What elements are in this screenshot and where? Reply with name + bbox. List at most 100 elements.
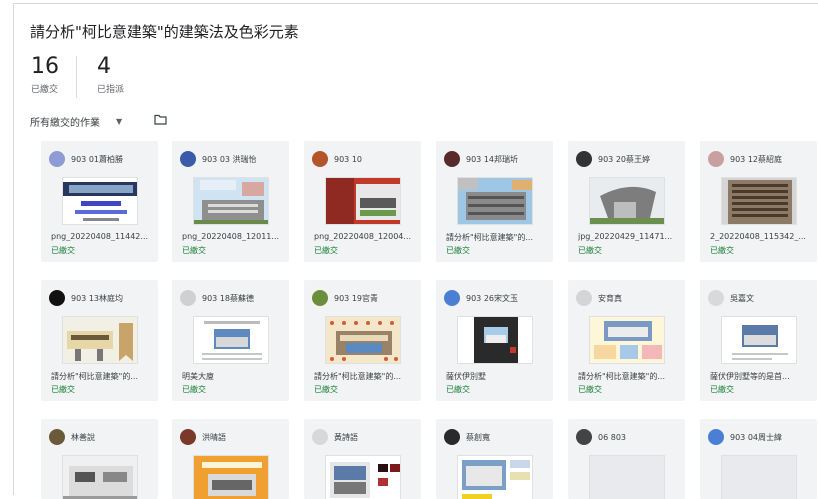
submission-card[interactable]: 安育真 請分析"柯比意建築"的... 已繳交 [568, 280, 685, 401]
submission-card[interactable]: 903 13林庭均 請分析"柯比意建築"的... 已繳交 [41, 280, 158, 401]
student-header: 903 03 洪瑞怡 [180, 151, 257, 167]
attachment-filename: 請分析"柯比意建築"的... [51, 372, 138, 381]
avatar [444, 429, 460, 445]
attachment-filename: 請分析"柯比意建築"的... [446, 233, 533, 242]
attachment-thumbnail[interactable] [62, 455, 138, 499]
attachment-thumbnail[interactable] [193, 455, 269, 499]
avatar [49, 429, 65, 445]
avatar [312, 429, 328, 445]
submission-card[interactable]: 903 26宋文玉 薩伏伊別墅 已繳交 [436, 280, 553, 401]
attachment-thumbnail[interactable] [325, 316, 401, 364]
submission-card[interactable]: 903 03 洪瑞怡 png_20220408_12011... 已繳交 [172, 141, 289, 262]
attachment-filename: 請分析"柯比意建築"的... [314, 372, 401, 381]
student-name: 903 01蕭柏勝 [71, 154, 123, 164]
attachment-thumbnail[interactable] [457, 177, 533, 225]
attachment-filename: 薩伏伊別墅 [446, 372, 486, 381]
assigned-count: 4 [97, 54, 111, 79]
attachment-thumbnail[interactable] [193, 316, 269, 364]
student-name: 06 803 [598, 432, 626, 442]
submission-card[interactable]: 903 20蔡王婷 jpg_20220429_11471... 已繳交 [568, 141, 685, 262]
student-header: 903 19官青 [312, 290, 378, 306]
submission-status: 已繳交 [710, 385, 734, 394]
attachment-thumbnail[interactable] [589, 455, 665, 499]
student-name: 吳嘉文 [730, 293, 754, 303]
submission-card[interactable]: 903 04周士緯 [700, 419, 817, 499]
submission-status: 已繳交 [446, 385, 470, 394]
attachment-thumbnail[interactable] [62, 316, 138, 364]
folder-icon[interactable] [154, 114, 167, 125]
student-header: 黃詩語 [312, 429, 358, 445]
submission-card[interactable]: 林善說 [41, 419, 158, 499]
avatar [180, 429, 196, 445]
student-header: 洪晴語 [180, 429, 226, 445]
avatar [708, 151, 724, 167]
attachment-thumbnail[interactable] [721, 316, 797, 364]
avatar [444, 290, 460, 306]
student-header: 903 01蕭柏勝 [49, 151, 123, 167]
student-name: 903 20蔡王婷 [598, 154, 650, 164]
attachment-thumbnail[interactable] [721, 455, 797, 499]
submission-filter-dropdown[interactable]: 所有繳交的作業 ▼ [30, 114, 122, 129]
attachment-filename: 薩伏伊別墅等的是首... [710, 372, 790, 381]
student-header: 吳嘉文 [708, 290, 754, 306]
attachment-thumbnail[interactable] [721, 177, 797, 225]
student-header: 06 803 [576, 429, 626, 445]
attachment-filename: 請分析"柯比意建築"的... [578, 372, 665, 381]
student-name: 903 04周士緯 [730, 432, 782, 442]
avatar [180, 151, 196, 167]
submitted-label: 已繳交 [31, 85, 59, 95]
submission-card[interactable]: 洪晴語 [172, 419, 289, 499]
student-name: 903 13林庭均 [71, 293, 123, 303]
submission-status: 已繳交 [182, 385, 206, 394]
student-header: 903 13林庭均 [49, 290, 123, 306]
student-name: 903 18蔡蘇德 [202, 293, 254, 303]
avatar [312, 290, 328, 306]
submission-card[interactable]: 903 12蔡紹庭 2_20220408_115342_... 已繳交 [700, 141, 817, 262]
student-header: 903 10 [312, 151, 362, 167]
student-header: 903 14邦瑞圻 [444, 151, 518, 167]
submission-card[interactable]: 06 803 [568, 419, 685, 499]
attachment-thumbnail[interactable] [457, 455, 533, 499]
submission-status: 已繳交 [446, 246, 470, 255]
submission-status: 已繳交 [578, 246, 602, 255]
submission-card[interactable]: 903 18蔡蘇德明美大廈已繳交 [172, 280, 289, 401]
student-header: 903 20蔡王婷 [576, 151, 650, 167]
student-header: 903 18蔡蘇德 [180, 290, 254, 306]
attachment-thumbnail[interactable] [589, 177, 665, 225]
attachment-thumbnail[interactable] [325, 455, 401, 499]
avatar [312, 151, 328, 167]
submission-status: 已繳交 [710, 246, 734, 255]
attachment-filename: 明美大廈 [182, 372, 214, 381]
avatar [444, 151, 460, 167]
submission-card[interactable]: 蔡創寬 [436, 419, 553, 499]
avatar [576, 290, 592, 306]
avatar [49, 151, 65, 167]
attachment-thumbnail[interactable] [457, 316, 533, 364]
attachment-filename: jpg_20220429_11471... [578, 232, 673, 241]
submission-card[interactable]: 903 19官青請分析"柯比意建築"的... 已繳交 [304, 280, 421, 401]
submission-card[interactable]: 903 01蕭柏勝 png_20220408_11442... 已繳交 [41, 141, 158, 262]
student-name: 黃詩語 [334, 432, 358, 442]
student-name: 903 19官青 [334, 293, 378, 303]
attachment-thumbnail[interactable] [325, 177, 401, 225]
submission-card[interactable]: 黃詩語 [304, 419, 421, 499]
assigned-stat[interactable]: 4 已指派 [97, 54, 124, 96]
student-name: 903 10 [334, 154, 362, 164]
submission-status: 已繳交 [314, 385, 338, 394]
submission-card[interactable]: 903 10 png_20220408_12004... 已繳交 [304, 141, 421, 262]
caret-down-icon: ▼ [116, 117, 123, 126]
student-name: 蔡創寬 [466, 432, 490, 442]
submission-card[interactable]: 吳嘉文薩伏伊別墅等的是首... 已繳交 [700, 280, 817, 401]
submitted-stat[interactable]: 16 已繳交 [31, 55, 59, 96]
avatar [708, 429, 724, 445]
submission-card[interactable]: 903 14邦瑞圻請分析"柯比意建築"的... 已繳交 [436, 141, 553, 262]
avatar [49, 290, 65, 306]
filter-label: 所有繳交的作業 [30, 118, 100, 129]
attachment-filename: png_20220408_11442... [51, 232, 149, 241]
student-name: 安育真 [598, 293, 622, 303]
attachment-thumbnail[interactable] [193, 177, 269, 225]
attachment-thumbnail[interactable] [589, 316, 665, 364]
attachment-thumbnail[interactable] [62, 177, 138, 225]
student-header: 林善說 [49, 429, 95, 445]
student-name: 洪晴語 [202, 432, 226, 442]
